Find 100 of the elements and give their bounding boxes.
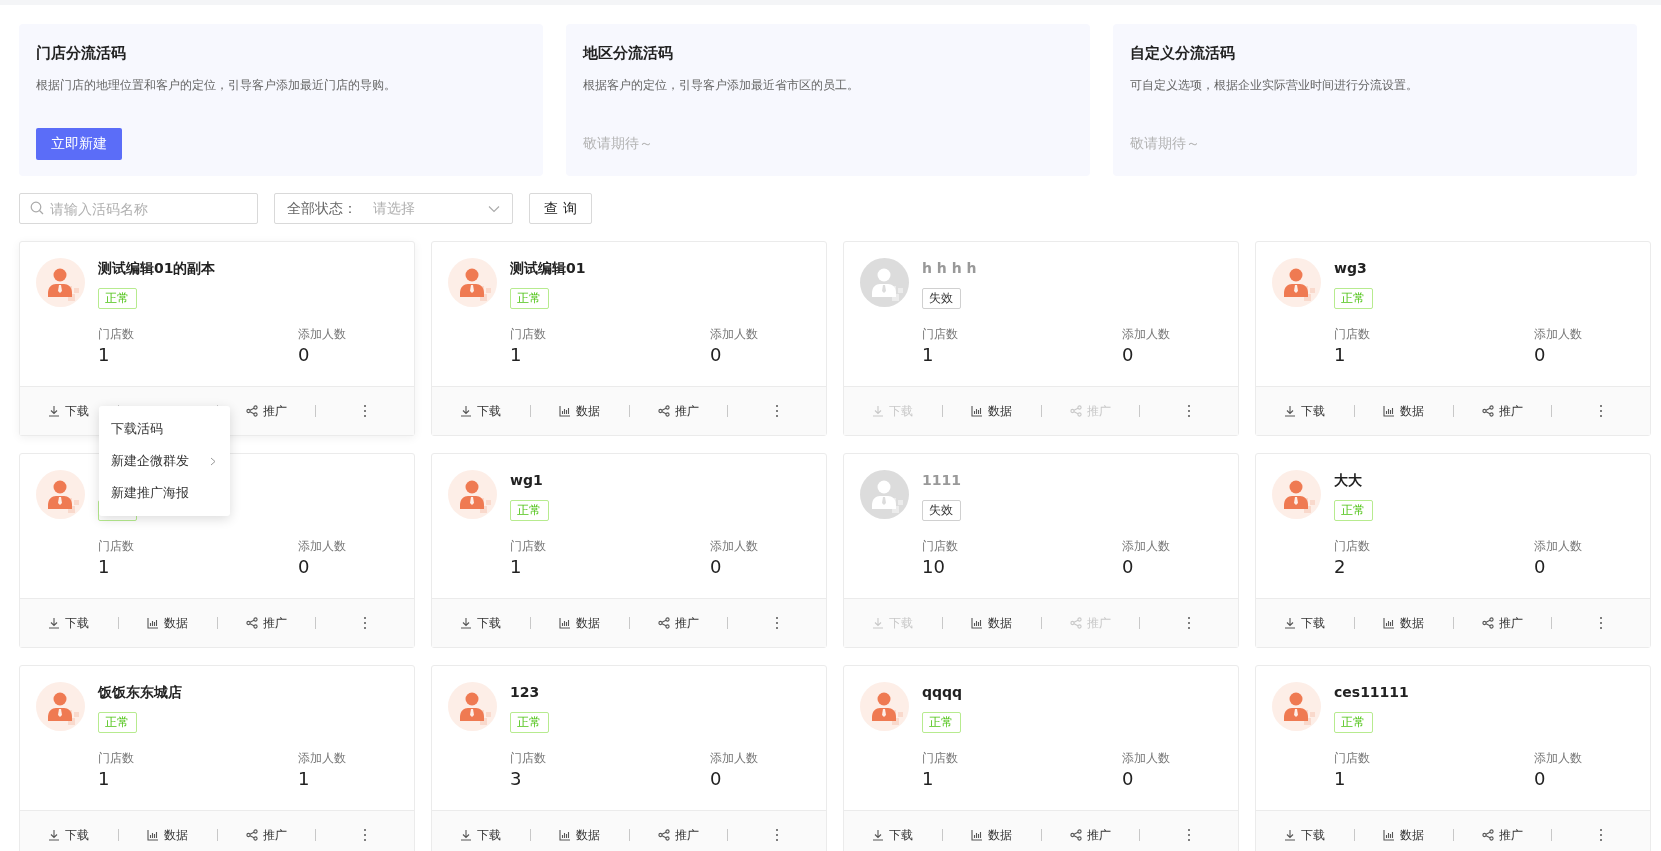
download-button[interactable]: 下载 <box>460 400 502 422</box>
more-icon <box>775 404 780 418</box>
promote-button[interactable]: 推广 <box>1481 612 1523 634</box>
code-name: 123 <box>510 683 540 702</box>
code-name: qqqq <box>922 683 963 702</box>
query-button[interactable]: 查 询 <box>529 193 592 224</box>
data-button[interactable]: 数据 <box>147 824 189 846</box>
stat-label: 添加人数 <box>1534 326 1583 343</box>
stat-label: 添加人数 <box>298 326 347 343</box>
stat-value: 1 <box>98 767 111 791</box>
download-button[interactable]: 下载 <box>460 612 502 634</box>
data-button[interactable]: 数据 <box>971 400 1013 422</box>
stat-value: 1 <box>298 767 311 791</box>
status-tag: 正常 <box>1334 712 1373 733</box>
stat-value: 0 <box>1534 343 1547 367</box>
menu-item-label: 下载活码 <box>111 420 163 438</box>
more-button[interactable] <box>1599 404 1604 418</box>
bar-chart-icon <box>147 829 160 841</box>
share-icon <box>657 829 670 841</box>
data-button[interactable]: 数据 <box>559 824 601 846</box>
share-icon <box>1481 829 1494 841</box>
stat-label: 门店数 <box>510 326 547 343</box>
menu-item[interactable]: 下载活码 <box>99 413 230 445</box>
download-button[interactable]: 下载 <box>872 824 914 846</box>
download-button[interactable]: 下载 <box>1284 612 1326 634</box>
more-icon <box>1187 404 1192 418</box>
card-description: 可自定义选项，根据企业实际营业时间进行分流设置。 <box>1130 77 1418 94</box>
stat-label: 添加人数 <box>1122 538 1171 555</box>
card-description: 根据门店的地理位置和客户的定位，引导客户添加最近门店的导购。 <box>36 77 396 94</box>
download-icon <box>872 617 885 629</box>
data-button[interactable]: 数据 <box>559 612 601 634</box>
stat-value: 1 <box>922 767 935 791</box>
code-name: ces11111 <box>1334 683 1409 702</box>
bar-chart-icon <box>971 829 984 841</box>
download-icon <box>460 829 473 841</box>
stat-label: 门店数 <box>922 538 959 555</box>
promote-button[interactable]: 推广 <box>245 612 287 634</box>
more-button[interactable] <box>775 828 780 842</box>
data-button[interactable]: 数据 <box>1383 400 1425 422</box>
stat-value: 0 <box>1122 767 1135 791</box>
download-button[interactable]: 下载 <box>48 612 90 634</box>
more-icon <box>363 404 368 418</box>
data-button[interactable]: 数据 <box>971 824 1013 846</box>
download-button[interactable]: 下载 <box>460 824 502 846</box>
stat-label: 门店数 <box>1334 326 1371 343</box>
bar-chart-icon <box>559 405 572 417</box>
data-button[interactable]: 数据 <box>559 400 601 422</box>
promote-button[interactable]: 推广 <box>1481 400 1523 422</box>
more-button[interactable] <box>363 616 368 630</box>
promote-button[interactable]: 推广 <box>1481 824 1523 846</box>
create-button[interactable]: 立即新建 <box>36 128 122 160</box>
data-button[interactable]: 数据 <box>971 612 1013 634</box>
more-button[interactable] <box>1599 616 1604 630</box>
select-label: 全部状态： <box>287 199 357 218</box>
search-icon <box>30 201 44 215</box>
promote-button[interactable]: 推广 <box>245 400 287 422</box>
status-select[interactable]: 全部状态： 请选择 <box>274 193 513 224</box>
share-icon <box>245 829 258 841</box>
menu-item[interactable]: 新建推广海报 <box>99 477 230 509</box>
stat-label: 门店数 <box>1334 750 1371 767</box>
download-icon <box>1284 829 1297 841</box>
share-icon <box>1069 405 1082 417</box>
promote-button[interactable]: 推广 <box>245 824 287 846</box>
data-button[interactable]: 数据 <box>1383 612 1425 634</box>
status-tag: 正常 <box>98 288 137 309</box>
download-button[interactable]: 下载 <box>1284 824 1326 846</box>
status-tag: 正常 <box>510 500 549 521</box>
more-button[interactable] <box>1187 616 1192 630</box>
data-button[interactable]: 数据 <box>147 612 189 634</box>
more-button[interactable] <box>363 404 368 418</box>
more-button[interactable] <box>363 828 368 842</box>
download-button[interactable]: 下载 <box>1284 400 1326 422</box>
data-button[interactable]: 数据 <box>1383 824 1425 846</box>
stat-label: 添加人数 <box>1122 750 1171 767</box>
stat-value: 0 <box>1534 767 1547 791</box>
stat-value: 1 <box>98 555 111 579</box>
promote-button[interactable]: 推广 <box>657 400 699 422</box>
more-icon <box>1187 616 1192 630</box>
card-title: 自定义分流活码 <box>1130 43 1235 64</box>
more-button[interactable] <box>1599 828 1604 842</box>
more-icon <box>1599 616 1604 630</box>
more-button[interactable] <box>775 404 780 418</box>
select-placeholder: 请选择 <box>373 199 416 218</box>
bar-chart-icon <box>1383 829 1396 841</box>
menu-item[interactable]: 新建企微群发 <box>99 445 230 477</box>
promote-button[interactable]: 推广 <box>1069 824 1111 846</box>
coming-soon-note: 敬请期待～ <box>1130 134 1200 153</box>
search-field[interactable]: 请输入活码名称 <box>19 193 258 224</box>
more-button[interactable] <box>1187 404 1192 418</box>
stat-value: 0 <box>710 343 723 367</box>
more-button[interactable] <box>1187 828 1192 842</box>
promote-button[interactable]: 推广 <box>657 612 699 634</box>
more-button[interactable] <box>775 616 780 630</box>
download-button[interactable]: 下载 <box>48 400 90 422</box>
download-icon <box>1284 617 1297 629</box>
promote-button[interactable]: 推广 <box>657 824 699 846</box>
bar-chart-icon <box>971 405 984 417</box>
stat-value: 1 <box>1334 767 1347 791</box>
code-name: wg3 <box>1334 259 1367 278</box>
download-button[interactable]: 下载 <box>48 824 90 846</box>
